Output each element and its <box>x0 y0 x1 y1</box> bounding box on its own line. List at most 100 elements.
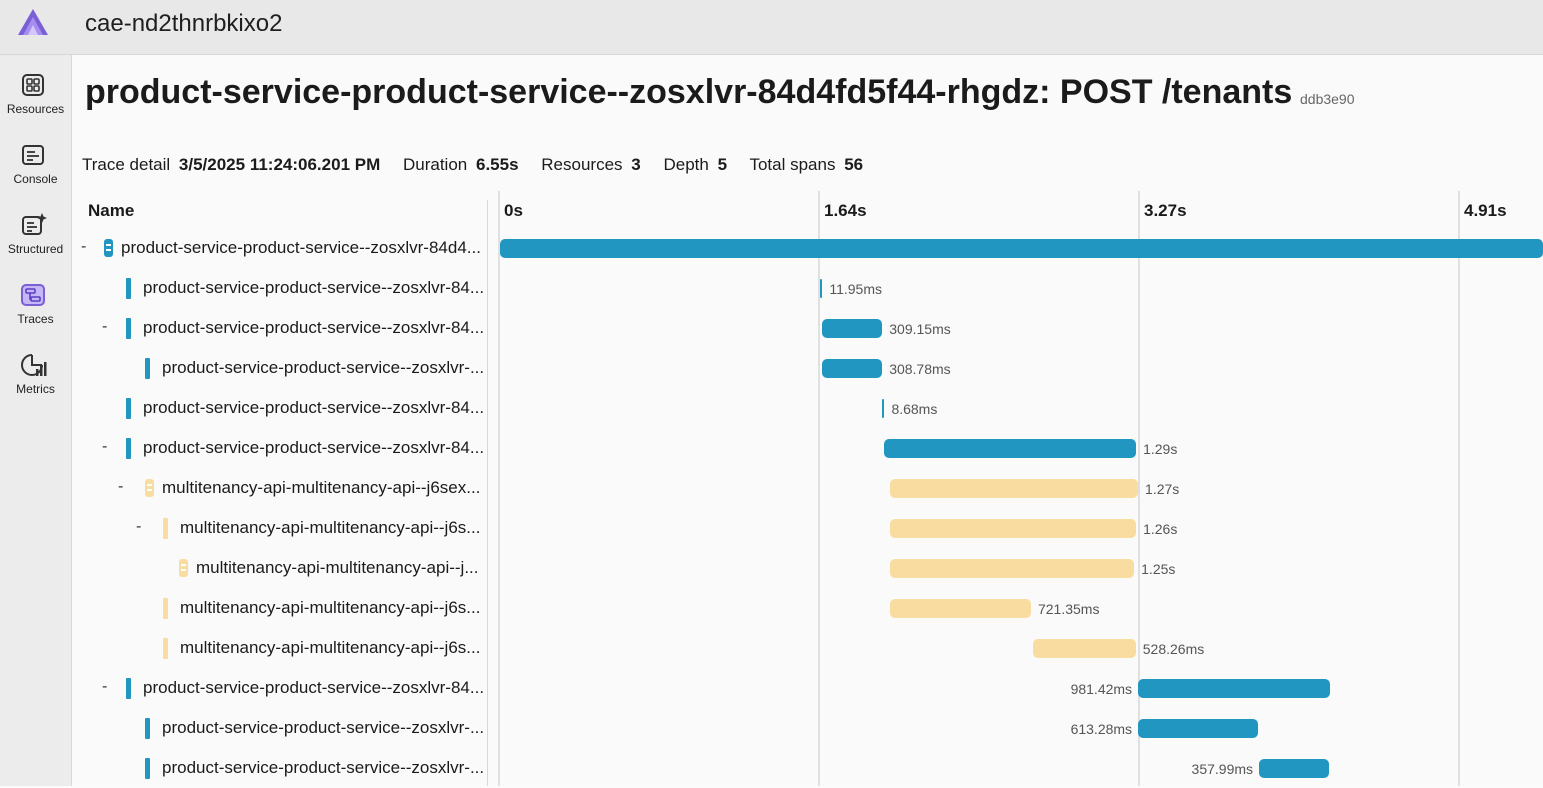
span-color-marker <box>145 758 150 779</box>
span-name[interactable]: multitenancy-api-multitenancy-api--j6s..… <box>180 638 497 658</box>
span-name[interactable]: multitenancy-api-multitenancy-api--j... <box>196 558 497 578</box>
span-row[interactable]: - multitenancy-api-multitenancy-api--j6s.… <box>72 508 1543 548</box>
tick-label: 0s <box>504 201 523 220</box>
page-title: product-service-product-service--zosxlvr… <box>85 73 1293 111</box>
span-color-marker <box>145 718 150 739</box>
span-duration-label: 1.25s <box>1141 561 1176 577</box>
span-bar[interactable] <box>821 359 883 378</box>
aspire-logo-icon[interactable] <box>16 7 50 37</box>
collapse-toggle[interactable]: - <box>118 478 123 496</box>
tick-label: 1.64s <box>824 201 867 220</box>
total-spans-label: Total spans <box>749 155 836 174</box>
depth-value: 5 <box>717 155 728 174</box>
metrics-icon <box>21 354 47 376</box>
tick-label: 3.27s <box>1144 201 1187 220</box>
span-color-marker <box>126 398 131 419</box>
name-column-header[interactable]: Name <box>88 201 134 221</box>
span-row[interactable]: product-service-product-service--zosxlvr… <box>72 388 1543 428</box>
collapse-toggle[interactable]: - <box>81 238 86 256</box>
span-color-marker <box>126 438 131 459</box>
collapse-toggle[interactable]: - <box>102 678 107 696</box>
trace-detail-page: product-service-product-service--zosxlvr… <box>72 55 1543 786</box>
duration-label: Duration <box>402 155 468 174</box>
span-name[interactable]: product-service-product-service--zosxlvr… <box>121 238 497 258</box>
span-bar[interactable] <box>1138 679 1330 698</box>
span-name[interactable]: multitenancy-api-multitenancy-api--j6s..… <box>180 598 497 618</box>
span-row[interactable]: product-service-product-service--zosxlvr… <box>72 748 1543 788</box>
span-name[interactable]: product-service-product-service--zosxlvr… <box>143 678 497 698</box>
span-color-marker <box>145 358 150 379</box>
span-color-marker <box>163 638 168 659</box>
collapse-toggle[interactable]: - <box>102 438 107 456</box>
span-bar[interactable] <box>821 319 883 338</box>
span-row[interactable]: multitenancy-api-multitenancy-api--j6s..… <box>72 588 1543 628</box>
span-row[interactable]: - product-service-product-service--zosxlv… <box>72 308 1543 348</box>
sidebar: Resources Console Structured Traces Metr… <box>0 55 72 786</box>
span-bar[interactable] <box>890 599 1031 618</box>
sidebar-item-traces[interactable]: Traces <box>0 270 71 332</box>
span-duration-label: 1.26s <box>1143 521 1178 537</box>
console-icon <box>22 145 44 165</box>
span-duration-label: 613.28ms <box>1070 721 1133 737</box>
span-duration-label: 309.15ms <box>889 321 951 337</box>
span-name[interactable]: multitenancy-api-multitenancy-api--j6sex… <box>162 478 497 498</box>
span-row[interactable]: - product-service-product-service--zosxlv… <box>72 428 1543 468</box>
span-bar[interactable] <box>884 439 1137 458</box>
span-row[interactable]: - product-service-product-service--zosxlv… <box>72 228 1543 268</box>
span-bar[interactable] <box>890 479 1139 498</box>
span-bar[interactable] <box>890 519 1137 538</box>
span-bar[interactable] <box>1032 639 1136 658</box>
span-row[interactable]: multitenancy-api-multitenancy-api--j... 1… <box>72 548 1543 588</box>
span-name[interactable]: product-service-product-service--zosxlvr… <box>143 398 497 418</box>
resources-value: 3 <box>631 155 641 174</box>
span-color-marker <box>163 518 168 539</box>
span-name[interactable]: product-service-product-service--zosxlvr… <box>162 758 497 778</box>
span-row[interactable]: - product-service-product-service--zosxlv… <box>72 668 1543 708</box>
span-color-marker <box>163 598 168 619</box>
sidebar-item-label: Structured <box>7 242 64 256</box>
sidebar-item-label: Metrics <box>16 382 55 396</box>
span-bar[interactable] <box>820 279 823 298</box>
resources-label: Resources <box>541 155 623 174</box>
span-row[interactable]: multitenancy-api-multitenancy-api--j6s..… <box>72 628 1543 668</box>
span-color-marker <box>126 318 131 339</box>
sidebar-item-label: Resources <box>6 102 65 116</box>
span-name[interactable]: product-service-product-service--zosxlvr… <box>143 318 497 338</box>
span-row[interactable]: - multitenancy-api-multitenancy-api--j6se… <box>72 468 1543 508</box>
span-row[interactable]: product-service-product-service--zosxlvr… <box>72 348 1543 388</box>
traces-icon <box>21 284 45 306</box>
span-bar[interactable] <box>882 399 885 418</box>
sidebar-item-structured[interactable]: Structured <box>0 200 71 262</box>
span-name[interactable]: product-service-product-service--zosxlvr… <box>143 278 497 298</box>
span-duration-label: 981.42ms <box>1070 681 1133 697</box>
span-name[interactable]: multitenancy-api-multitenancy-api--j6s..… <box>180 518 497 538</box>
collapse-toggle[interactable]: - <box>136 518 141 536</box>
sidebar-item-console[interactable]: Console <box>0 130 71 192</box>
sidebar-item-resources[interactable]: Resources <box>0 60 71 122</box>
sidebar-item-metrics[interactable]: Metrics <box>0 340 71 402</box>
grid-icon <box>22 74 44 96</box>
top-bar: cae-nd2thnrbkixo2 <box>0 0 1543 55</box>
depth-label: Depth <box>663 155 709 174</box>
span-name[interactable]: product-service-product-service--zosxlvr… <box>162 718 497 738</box>
grid-header: Name <box>72 193 1543 227</box>
resource-icon <box>179 559 188 577</box>
span-bar[interactable] <box>1138 719 1258 738</box>
span-name[interactable]: product-service-product-service--zosxlvr… <box>143 438 497 458</box>
span-bar[interactable] <box>1259 759 1329 778</box>
span-row[interactable]: product-service-product-service--zosxlvr… <box>72 708 1543 748</box>
sidebar-item-label: Console <box>13 172 58 186</box>
span-bar[interactable] <box>500 239 1543 258</box>
total-spans-value: 56 <box>844 155 864 174</box>
span-duration-label: 8.68ms <box>891 401 938 417</box>
span-row[interactable]: product-service-product-service--zosxlvr… <box>72 268 1543 308</box>
trace-detail-label: Trace detail <box>82 155 171 174</box>
span-bar[interactable] <box>890 559 1135 578</box>
structured-logs-icon <box>22 213 47 235</box>
span-name[interactable]: product-service-product-service--zosxlvr… <box>162 358 497 378</box>
collapse-toggle[interactable]: - <box>102 318 107 336</box>
span-color-marker <box>126 678 131 699</box>
span-duration-label: 357.99ms <box>1191 761 1254 777</box>
span-color-marker <box>126 278 131 299</box>
span-duration-label: 721.35ms <box>1037 601 1100 617</box>
